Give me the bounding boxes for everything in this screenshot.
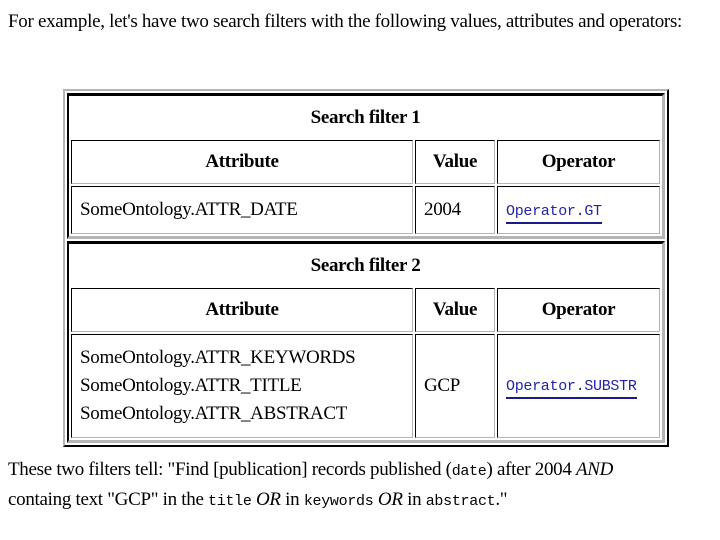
attribute-name: SomeOntology.ATTR_KEYWORDS <box>80 347 356 368</box>
filter-title: Search filter 1 <box>310 107 421 128</box>
value-cell: GCP <box>415 334 495 438</box>
and-keyword: AND <box>576 459 614 480</box>
operator-gt-link[interactable]: Operator.GT <box>506 203 602 224</box>
table-row: SomeOntology.ATTR_KEYWORDS SomeOntology.… <box>71 334 660 438</box>
header-operator: Operator <box>497 140 660 184</box>
text: in <box>402 489 426 510</box>
explanation-paragraph: These two filters tell: "Find [publicati… <box>8 456 720 516</box>
or-keyword: OR <box>377 489 403 510</box>
attribute-cell: SomeOntology.ATTR_DATE <box>71 186 413 234</box>
code-title: title <box>208 493 252 510</box>
header-value: Value <box>415 288 495 332</box>
attribute-cell: SomeOntology.ATTR_KEYWORDS SomeOntology.… <box>71 334 413 438</box>
header-value: Value <box>415 140 495 184</box>
code-date: date <box>451 463 487 480</box>
text: in <box>280 489 304 510</box>
operator-cell: Operator.SUBSTR <box>497 334 660 438</box>
intro-paragraph: For example, let's have two search filte… <box>8 11 683 32</box>
code-keywords: keywords <box>303 493 374 510</box>
header-attribute: Attribute <box>71 140 413 184</box>
table-row: SomeOntology.ATTR_DATE 2004 Operator.GT <box>71 186 660 234</box>
or-keyword: OR <box>256 489 281 510</box>
operator-substr-link[interactable]: Operator.SUBSTR <box>506 378 637 399</box>
attribute-name: SomeOntology.ATTR_TITLE <box>80 375 302 396</box>
attribute-name: SomeOntology.ATTR_DATE <box>80 199 298 220</box>
text: ) after 2004 <box>486 459 576 480</box>
filter-title: Search filter 2 <box>310 255 421 276</box>
search-filter-1: Search filter 1 Attribute Value Operator… <box>67 93 665 239</box>
search-filter-2: Search filter 2 Attribute Value Operator… <box>67 241 665 443</box>
text: These two filters tell: "Find [publicati… <box>8 459 452 480</box>
value-cell: 2004 <box>415 186 495 234</box>
text: ." <box>495 489 508 510</box>
code-abstract: abstract <box>425 493 496 510</box>
header-attribute: Attribute <box>71 288 413 332</box>
header-operator: Operator <box>497 288 660 332</box>
search-filters-table: Search filter 1 Attribute Value Operator… <box>63 89 669 447</box>
attribute-name: SomeOntology.ATTR_ABSTRACT <box>80 403 348 424</box>
operator-cell: Operator.GT <box>497 186 660 234</box>
text: containg text "GCP" in the <box>8 489 209 510</box>
